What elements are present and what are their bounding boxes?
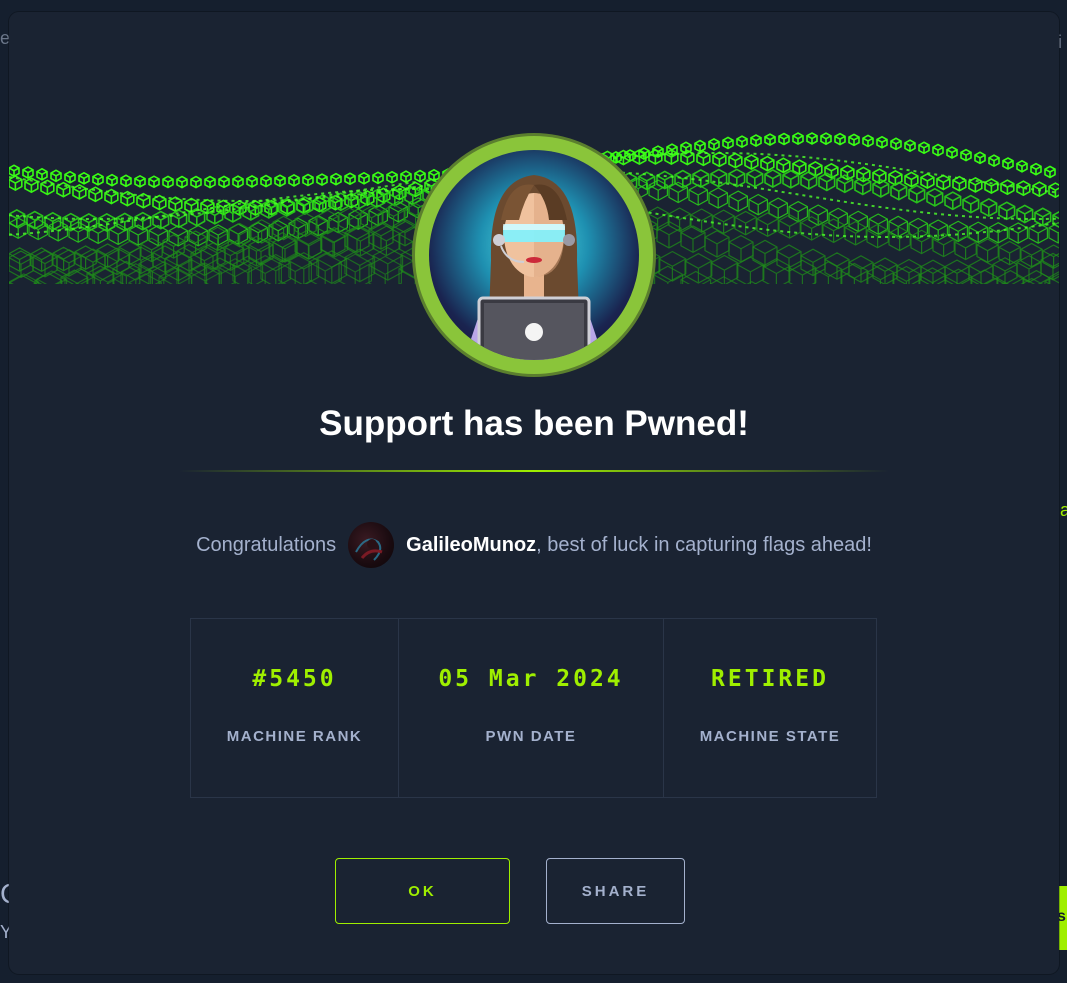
user-avatar-icon[interactable] (348, 522, 395, 568)
stat-pwn-date: 05 Mar 2024 PWN DATE (399, 619, 664, 797)
stat-label: MACHINE RANK (226, 728, 363, 745)
stat-value: RETIRED (711, 666, 829, 692)
machine-avatar (415, 136, 653, 374)
page-title: Support has been Pwned! (319, 404, 749, 443)
support-machine-avatar-icon (429, 150, 639, 360)
username-link[interactable]: GalileoMunoz (406, 534, 536, 557)
stat-machine-rank: #5450 MACHINE RANK (191, 619, 399, 797)
congrats-prefix: Congratulations (196, 533, 337, 556)
congrats-message: Congratulations GalileoMunoz , best of l… (9, 522, 1059, 568)
stat-value: #5450 (252, 666, 337, 692)
stats-table: #5450 MACHINE RANK 05 Mar 2024 PWN DATE … (190, 618, 877, 798)
stat-machine-state: RETIRED MACHINE STATE (664, 619, 876, 797)
stat-label: MACHINE STATE (699, 728, 841, 745)
stat-label: PWN DATE (485, 728, 577, 745)
congrats-suffix: , best of luck in capturing flags ahead! (536, 533, 872, 556)
share-button[interactable]: SHARE (546, 858, 685, 924)
stat-value: 05 Mar 2024 (438, 666, 624, 692)
pwned-modal: Support has been Pwned! Congratulations … (9, 12, 1059, 974)
background-text: a (1060, 500, 1067, 520)
ok-button[interactable]: OK (335, 858, 510, 924)
divider (179, 470, 889, 472)
